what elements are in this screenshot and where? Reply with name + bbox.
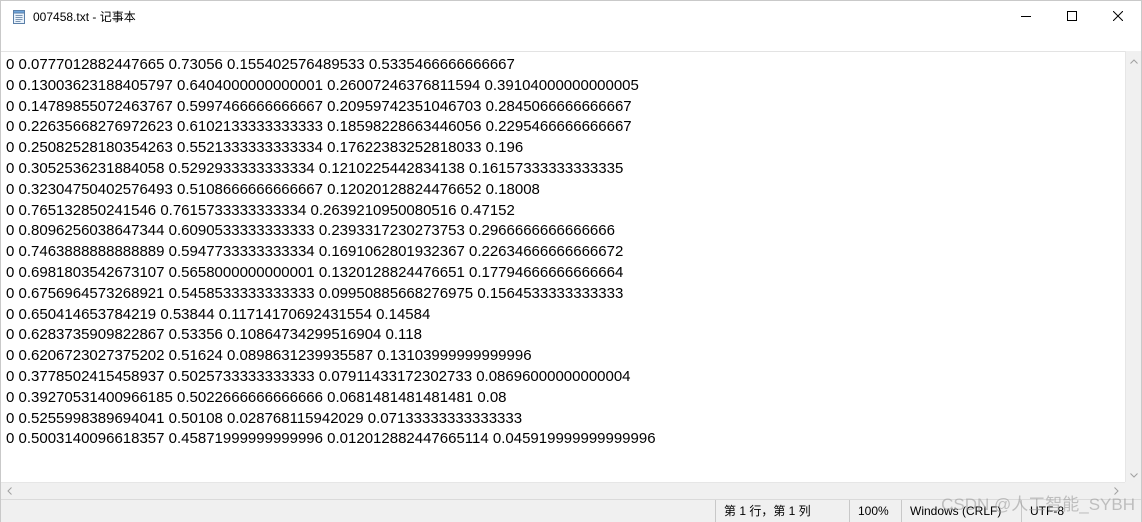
horizontal-scrollbar[interactable]: [1, 482, 1125, 499]
text-line: 0 0.7463888888888889 0.5947733333333334 …: [6, 243, 624, 261]
text-line: 0 0.6283735909822867 0.53356 0.108647342…: [6, 326, 422, 344]
window-title: 007458.txt - 记事本: [33, 10, 136, 24]
encoding: UTF-8: [1021, 500, 1140, 522]
text-line: 0 0.25082528180354263 0.5521333333333334…: [6, 139, 524, 157]
text-line: 0 0.14789855072463767 0.5997466666666667…: [6, 97, 632, 115]
text-line: 0 0.13003623188405797 0.6404000000000001…: [6, 76, 639, 94]
maximize-button[interactable]: [1049, 1, 1095, 32]
text-line: 0 0.5255998389694041 0.50108 0.028768115…: [6, 409, 523, 427]
text-line: 0 0.22635668276972623 0.6102133333333333…: [6, 118, 632, 136]
minimize-button[interactable]: [1003, 1, 1049, 32]
text-line: 0 0.6981803542673107 0.5658000000000001 …: [6, 263, 624, 281]
scroll-right-button[interactable]: [1108, 483, 1125, 499]
scroll-up-button[interactable]: [1126, 51, 1142, 68]
chevron-up-icon: [1130, 51, 1138, 69]
editor-lines: 0 0.0777012882447665 0.73056 0.155402576…: [1, 52, 1125, 450]
text-line: 0 0.3778502415458937 0.5025733333333333 …: [6, 367, 631, 385]
close-icon: [1112, 8, 1124, 26]
text-line: 0 0.0777012882447665 0.73056 0.155402576…: [6, 56, 515, 73]
cursor-position: 第 1 行，第 1 列: [715, 500, 856, 522]
chevron-down-icon: [1130, 465, 1138, 483]
notepad-window: 007458.txt - 记事本 0 0.0777012882447665 0.…: [0, 0, 1142, 522]
text-line: 0 0.3052536231884058 0.5292933333333334 …: [6, 159, 624, 177]
text-line: 0 0.39270531400966185 0.5022666666666666…: [6, 388, 507, 406]
title-bar[interactable]: 007458.txt - 记事本: [1, 1, 1141, 32]
chevron-left-icon: [7, 482, 12, 500]
text-line: 0 0.650414653784219 0.53844 0.1171417069…: [6, 305, 431, 323]
text-editor[interactable]: 0 0.0777012882447665 0.73056 0.155402576…: [1, 51, 1125, 483]
maximize-icon: [1067, 8, 1077, 26]
text-line: 0 0.6206723027375202 0.51624 0.089863123…: [6, 347, 532, 365]
text-line: 0 0.8096256038647344 0.6090533333333333 …: [6, 222, 615, 240]
text-line: 0 0.765132850241546 0.7615733333333334 0…: [6, 201, 515, 219]
minimize-icon: [1021, 8, 1031, 26]
line-ending: Windows (CRLF): [901, 500, 1030, 522]
text-line: 0 0.6756964573268921 0.5458533333333333 …: [6, 284, 624, 302]
text-line: 0 0.5003140096618357 0.45871999999999996…: [6, 430, 656, 448]
vertical-scrollbar[interactable]: [1125, 51, 1141, 482]
scrollbar-corner: [1125, 482, 1141, 499]
chevron-right-icon: [1114, 482, 1119, 500]
close-button[interactable]: [1095, 1, 1141, 32]
notepad-icon: [11, 9, 27, 25]
caption-buttons: [1003, 1, 1141, 32]
status-bar: 第 1 行，第 1 列 100% Windows (CRLF) UTF-8: [1, 499, 1141, 522]
text-line: 0 0.32304750402576493 0.5108666666666667…: [6, 180, 540, 198]
scroll-down-button[interactable]: [1126, 465, 1142, 482]
scroll-left-button[interactable]: [1, 483, 18, 499]
